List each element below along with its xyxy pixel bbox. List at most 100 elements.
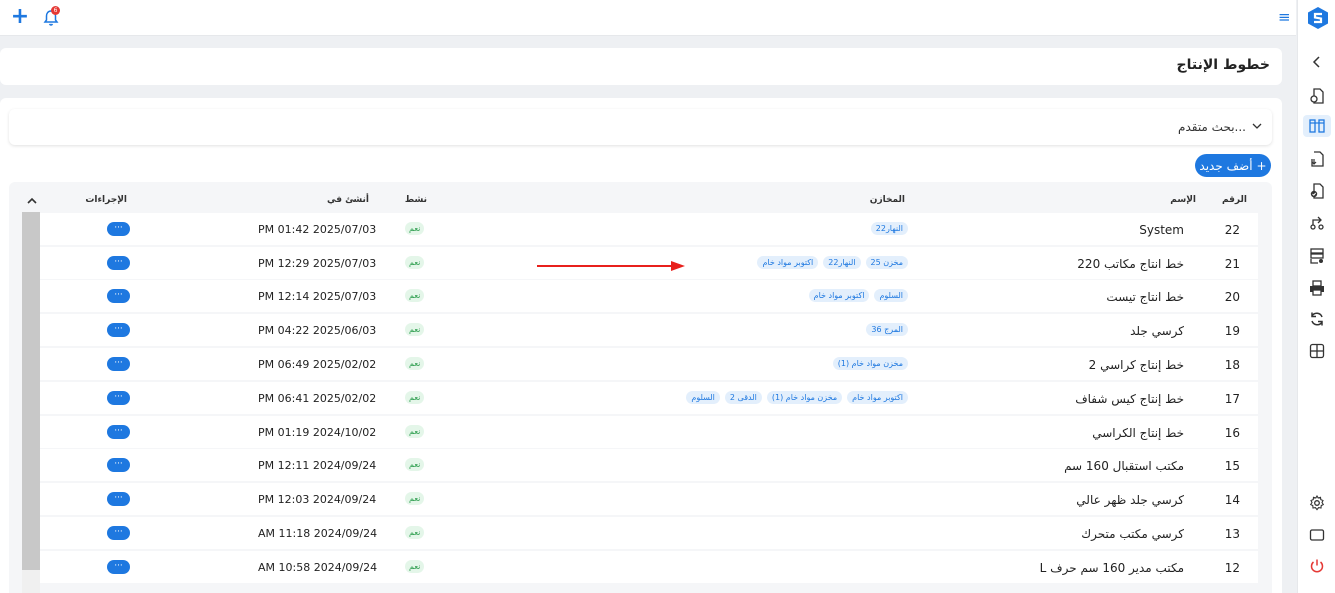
row-name: System [1139,223,1184,237]
table-row[interactable]: 18 خط إنتاج كراسي 2 مخزن مواد خام (1) نعم PM… [40,348,1258,380]
row-name: كرسي جلد [1130,324,1184,338]
row-number: 22 [1224,223,1240,237]
active-badge: نعم [405,222,425,235]
row-actions-button[interactable]: ··· [107,391,130,405]
row-actions-button[interactable]: ··· [107,560,130,574]
table-row[interactable]: 15 مكتب استقبال 160 سم نعم PM 12:11 2024/09… [40,449,1258,481]
row-actions-button[interactable]: ··· [107,526,130,540]
store-chip: المرج 36 [866,323,908,336]
document-search-icon[interactable] [1306,85,1328,107]
row-stores: مخزن 25 النهار22 اكتوبر مواد خام [757,256,908,269]
power-icon[interactable] [1306,555,1328,577]
production-lines-icon[interactable] [1303,115,1331,137]
row-created-at: PM 01:42 2025/07/03 [258,223,377,236]
advanced-search-label: بحث متقدم... [1178,120,1246,134]
row-actions-button[interactable]: ··· [107,222,130,236]
printer-icon[interactable] [1306,277,1328,299]
layout-grid-icon[interactable] [1306,340,1328,362]
row-name: خط إنتاج كراسي 2 [1088,358,1184,372]
document-download-icon[interactable] [1306,148,1328,170]
table-header: الرقم الإسم المخازن نشط أنشئ في الإجراءا… [9,182,1272,213]
plus-icon: + [1256,158,1267,173]
active-badge: نعم [405,526,425,539]
notification-badge: 6 [51,6,60,15]
row-number: 21 [1224,257,1240,271]
row-stores: السلوم اكتوبر مواد خام [808,289,908,302]
header-created-at[interactable]: أنشئ في [327,195,369,205]
row-name: كرسي جلد ظهر عالي [1076,493,1184,507]
scrollbar-thumb[interactable] [22,212,40,570]
header-stores[interactable]: المخازن [870,195,905,205]
active-badge: نعم [405,357,425,370]
row-number: 19 [1224,324,1240,338]
row-actions-button[interactable]: ··· [107,425,130,439]
hamburger-icon[interactable]: ≡ [1278,9,1292,25]
chevron-up-icon[interactable] [27,196,37,206]
chevron-down-icon[interactable] [1252,121,1262,131]
active-badge: نعم [405,458,425,471]
store-chip: اكتوبر مواد خام [808,289,870,302]
header-actions: الإجراءات [85,195,127,205]
store-chip: السلوم [874,289,908,302]
row-actions-button[interactable]: ··· [107,458,130,472]
row-stores: مخزن مواد خام (1) [832,357,908,370]
advanced-search-panel[interactable]: بحث متقدم... [9,109,1272,145]
row-number: 12 [1224,561,1240,575]
store-chip: اكتوبر مواد خام [847,391,908,404]
annotation-arrow [537,261,685,271]
store-chip: السلوم [686,391,720,404]
row-actions-button[interactable]: ··· [107,256,130,270]
sync-icon[interactable] [1306,308,1328,330]
store-chip: مخزن مواد خام (1) [766,391,843,404]
active-badge: نعم [405,391,425,404]
row-created-at: PM 12:11 2024/09/24 [258,459,377,472]
store-chip: مخزن مواد خام (1) [832,357,908,370]
row-actions-button[interactable]: ··· [107,323,130,337]
header-active[interactable]: نشط [405,195,427,205]
table-row[interactable]: 20 خط انتاج تيست السلوم اكتوبر مواد خام نعم P… [40,280,1258,312]
row-number: 15 [1224,459,1240,473]
row-stores: النهار22 [870,222,908,235]
row-created-at: PM 06:49 2025/02/02 [258,358,377,371]
table-row[interactable]: 22 System النهار22 نعم PM 01:42 2025/07/03 ··… [40,213,1258,245]
workflow-icon[interactable] [1306,212,1328,234]
database-settings-icon[interactable] [1306,245,1328,267]
row-name: خط إنتاج الكراسي [1092,426,1184,440]
table-row[interactable]: 13 كرسي مكتب متحرك نعم AM 11:18 2024/09/24 ·… [40,517,1258,549]
row-name: مكتب استقبال 160 سم [1064,459,1184,473]
table-row[interactable]: 12 مكتب مدير 160 سم حرف L نعم AM 10:58 2024… [40,551,1258,583]
row-number: 16 [1224,426,1240,440]
row-created-at: PM 12:14 2025/07/03 [258,290,377,303]
store-chip: اكتوبر مواد خام [757,256,819,269]
right-sidebar [1297,0,1335,593]
document-check-icon[interactable] [1306,180,1328,202]
row-created-at: PM 12:29 2025/07/03 [258,257,377,270]
gear-icon[interactable] [1306,492,1328,514]
active-badge: نعم [405,492,425,505]
production-lines-table: الرقم الإسم المخازن نشط أنشئ في الإجراءا… [9,182,1272,593]
table-row[interactable]: 19 كرسي جلد المرج 36 نعم PM 04:22 2025/06/03… [40,314,1258,346]
store-chip: مخزن 25 [865,256,908,269]
row-stores: المرج 36 [866,323,908,336]
row-name: مكتب مدير 160 سم حرف L [1039,561,1184,575]
plus-icon[interactable]: + [10,6,30,28]
table-row[interactable]: 17 خط إنتاج كيس شفاف اكتوبر مواد خام مخزن م… [40,382,1258,414]
row-created-at: AM 10:58 2024/09/24 [258,561,378,574]
window-icon[interactable] [1306,524,1328,546]
add-new-button[interactable]: + أضف جديد [1195,154,1271,177]
header-name[interactable]: الإسم [1170,195,1196,205]
brand-logo-icon[interactable] [1307,6,1329,30]
chevron-left-icon[interactable] [1306,51,1328,73]
main-card: بحث متقدم... + أضف جديد الرقم الإسم المخ… [0,98,1282,593]
row-number: 20 [1224,290,1240,304]
row-actions-button[interactable]: ··· [107,289,130,303]
header-number[interactable]: الرقم [1222,195,1247,205]
row-actions-button[interactable]: ··· [107,357,130,371]
row-actions-button[interactable]: ··· [107,492,130,506]
active-badge: نعم [405,560,425,573]
row-created-at: PM 01:19 2024/10/02 [258,426,377,439]
table-row[interactable]: 14 كرسي جلد ظهر عالي نعم PM 12:03 2024/09/2… [40,483,1258,515]
row-name: خط إنتاج كيس شفاف [1075,392,1184,406]
active-badge: نعم [405,289,425,302]
table-row[interactable]: 16 خط إنتاج الكراسي نعم PM 01:19 2024/10/02… [40,416,1258,448]
